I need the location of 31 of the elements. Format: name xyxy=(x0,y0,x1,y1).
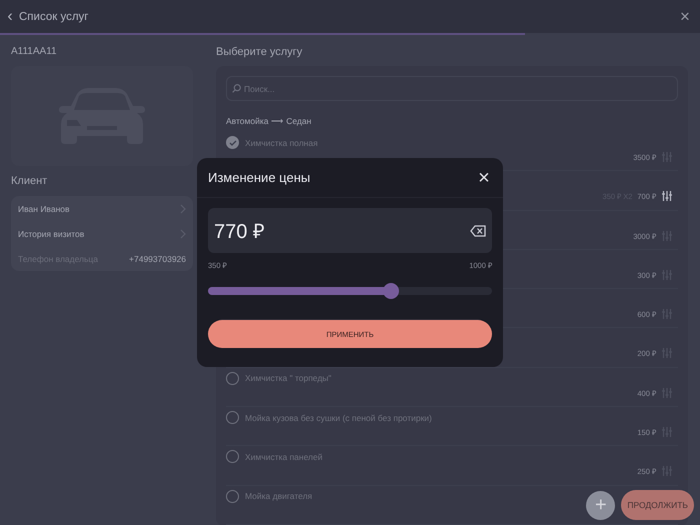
price-input[interactable]: 770 ₽ xyxy=(208,208,492,253)
check-icon xyxy=(228,140,236,146)
search-icon xyxy=(232,84,241,93)
chevron-icon xyxy=(180,228,186,238)
slider-thumb[interactable] xyxy=(383,283,400,299)
dialog-title: Изменение цены xyxy=(208,170,310,185)
page-title: Список услуг xyxy=(19,10,90,22)
checkbox[interactable] xyxy=(226,490,239,503)
backspace-icon[interactable] xyxy=(470,224,486,236)
checkbox[interactable] xyxy=(226,411,239,424)
phone-number: +74993703926 xyxy=(129,254,186,264)
adjust-icon[interactable] xyxy=(662,191,672,202)
back-button[interactable]: ‹ xyxy=(5,8,15,24)
client-heading: Клиент xyxy=(11,175,48,189)
checkbox[interactable] xyxy=(226,450,239,464)
service-name: Химчистка " торпеды" xyxy=(245,373,332,384)
checkbox[interactable] xyxy=(226,136,239,149)
service-name: Мойка двигателя xyxy=(245,491,312,502)
close-button[interactable]: × xyxy=(477,170,491,186)
service-name: Мойка кузова без сушки (с пеной без протирки) xyxy=(245,412,432,423)
chevron-icon xyxy=(180,204,186,214)
section-title: Выберите услугу xyxy=(216,46,304,60)
close-button[interactable]: × xyxy=(678,8,692,24)
continue-button[interactable]: ПРОДОЛЖИТЬ xyxy=(621,490,694,520)
client-menu-item[interactable]: История визитов xyxy=(18,221,186,246)
checkbox[interactable] xyxy=(226,372,239,385)
service-name: Химчистка полная xyxy=(245,138,318,148)
license-plate: А111АА11 xyxy=(11,46,58,59)
client-menu-item[interactable]: Иван Иванов xyxy=(18,196,186,221)
breadcrumb: Автомойка ⟶ Седан xyxy=(226,116,312,128)
service-name: Химчистка панелей xyxy=(245,452,322,462)
